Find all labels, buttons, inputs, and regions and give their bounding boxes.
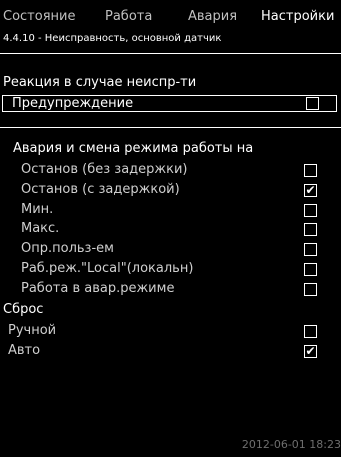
reset-option-label: Авто bbox=[8, 342, 41, 358]
alarm-option-checkbox[interactable] bbox=[304, 282, 317, 296]
alarm-option-checkbox[interactable] bbox=[304, 243, 317, 257]
tab-alarm[interactable]: Авария bbox=[188, 9, 237, 24]
tab-operation[interactable]: Работа bbox=[105, 9, 152, 24]
alarm-option-checkbox[interactable] bbox=[304, 164, 317, 177]
reaction-checkbox[interactable] bbox=[306, 97, 319, 110]
alarm-option-label: Опр.польз-ем bbox=[21, 241, 114, 257]
header-divider bbox=[0, 53, 341, 54]
checkmark-icon: ✔ bbox=[305, 182, 316, 197]
checkmark-icon: ✔ bbox=[305, 343, 316, 358]
alarm-option-checkbox[interactable]: ✔ bbox=[304, 182, 317, 197]
alarm-option-checkbox[interactable] bbox=[304, 203, 317, 217]
reset-option-checkbox[interactable] bbox=[304, 325, 317, 338]
reaction-title: Реакция в случае неиспр-ти bbox=[3, 75, 197, 90]
reaction-selected-label: Предупреждение bbox=[12, 96, 134, 111]
alarm-option-label: Останов (без задержки) bbox=[21, 162, 188, 177]
tab-bar: Состояние Работа Авария Настройки bbox=[0, 9, 341, 29]
tab-status[interactable]: Состояние bbox=[3, 9, 75, 24]
alarm-option-label: Останов (с задержкой) bbox=[21, 181, 180, 197]
reset-title: Сброс bbox=[3, 302, 44, 317]
reaction-selected-row[interactable]: Предупреждение bbox=[2, 95, 337, 112]
alarm-option-label: Макс. bbox=[21, 221, 60, 237]
alarm-option-label: Работа в авар.режиме bbox=[21, 280, 175, 296]
status-datetime: 2012-06-01 18:23 bbox=[241, 438, 341, 451]
alarm-option-label: Мин. bbox=[21, 201, 54, 217]
reset-option-checkbox[interactable]: ✔ bbox=[304, 343, 317, 358]
breadcrumb: 4.4.10 - Неисправность, основной датчик bbox=[3, 33, 222, 44]
alarm-option-label: Раб.реж."Local"(локальн) bbox=[21, 261, 194, 276]
reset-option-label: Ручной bbox=[8, 323, 57, 338]
alarm-option-checkbox[interactable] bbox=[304, 223, 317, 237]
tab-settings[interactable]: Настройки bbox=[261, 9, 334, 24]
alarm-title: Авария и смена режима работы на bbox=[13, 141, 254, 156]
alarm-option-checkbox[interactable] bbox=[304, 263, 317, 276]
section-divider bbox=[0, 127, 341, 128]
